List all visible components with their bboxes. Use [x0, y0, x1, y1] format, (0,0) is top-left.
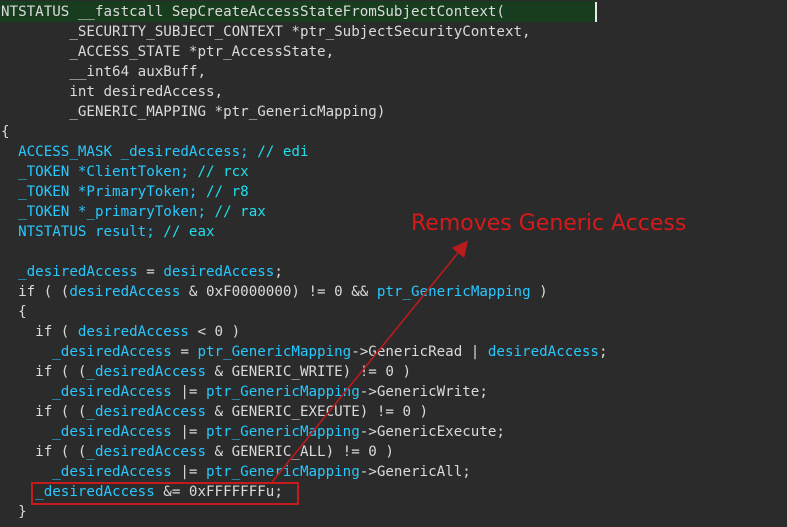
- annotation-label: Removes Generic Access: [411, 211, 687, 236]
- annotation-arrow: [271, 240, 469, 483]
- pseudocode-editor[interactable]: NTSTATUS __fastcall SepCreateAccessState…: [0, 0, 787, 527]
